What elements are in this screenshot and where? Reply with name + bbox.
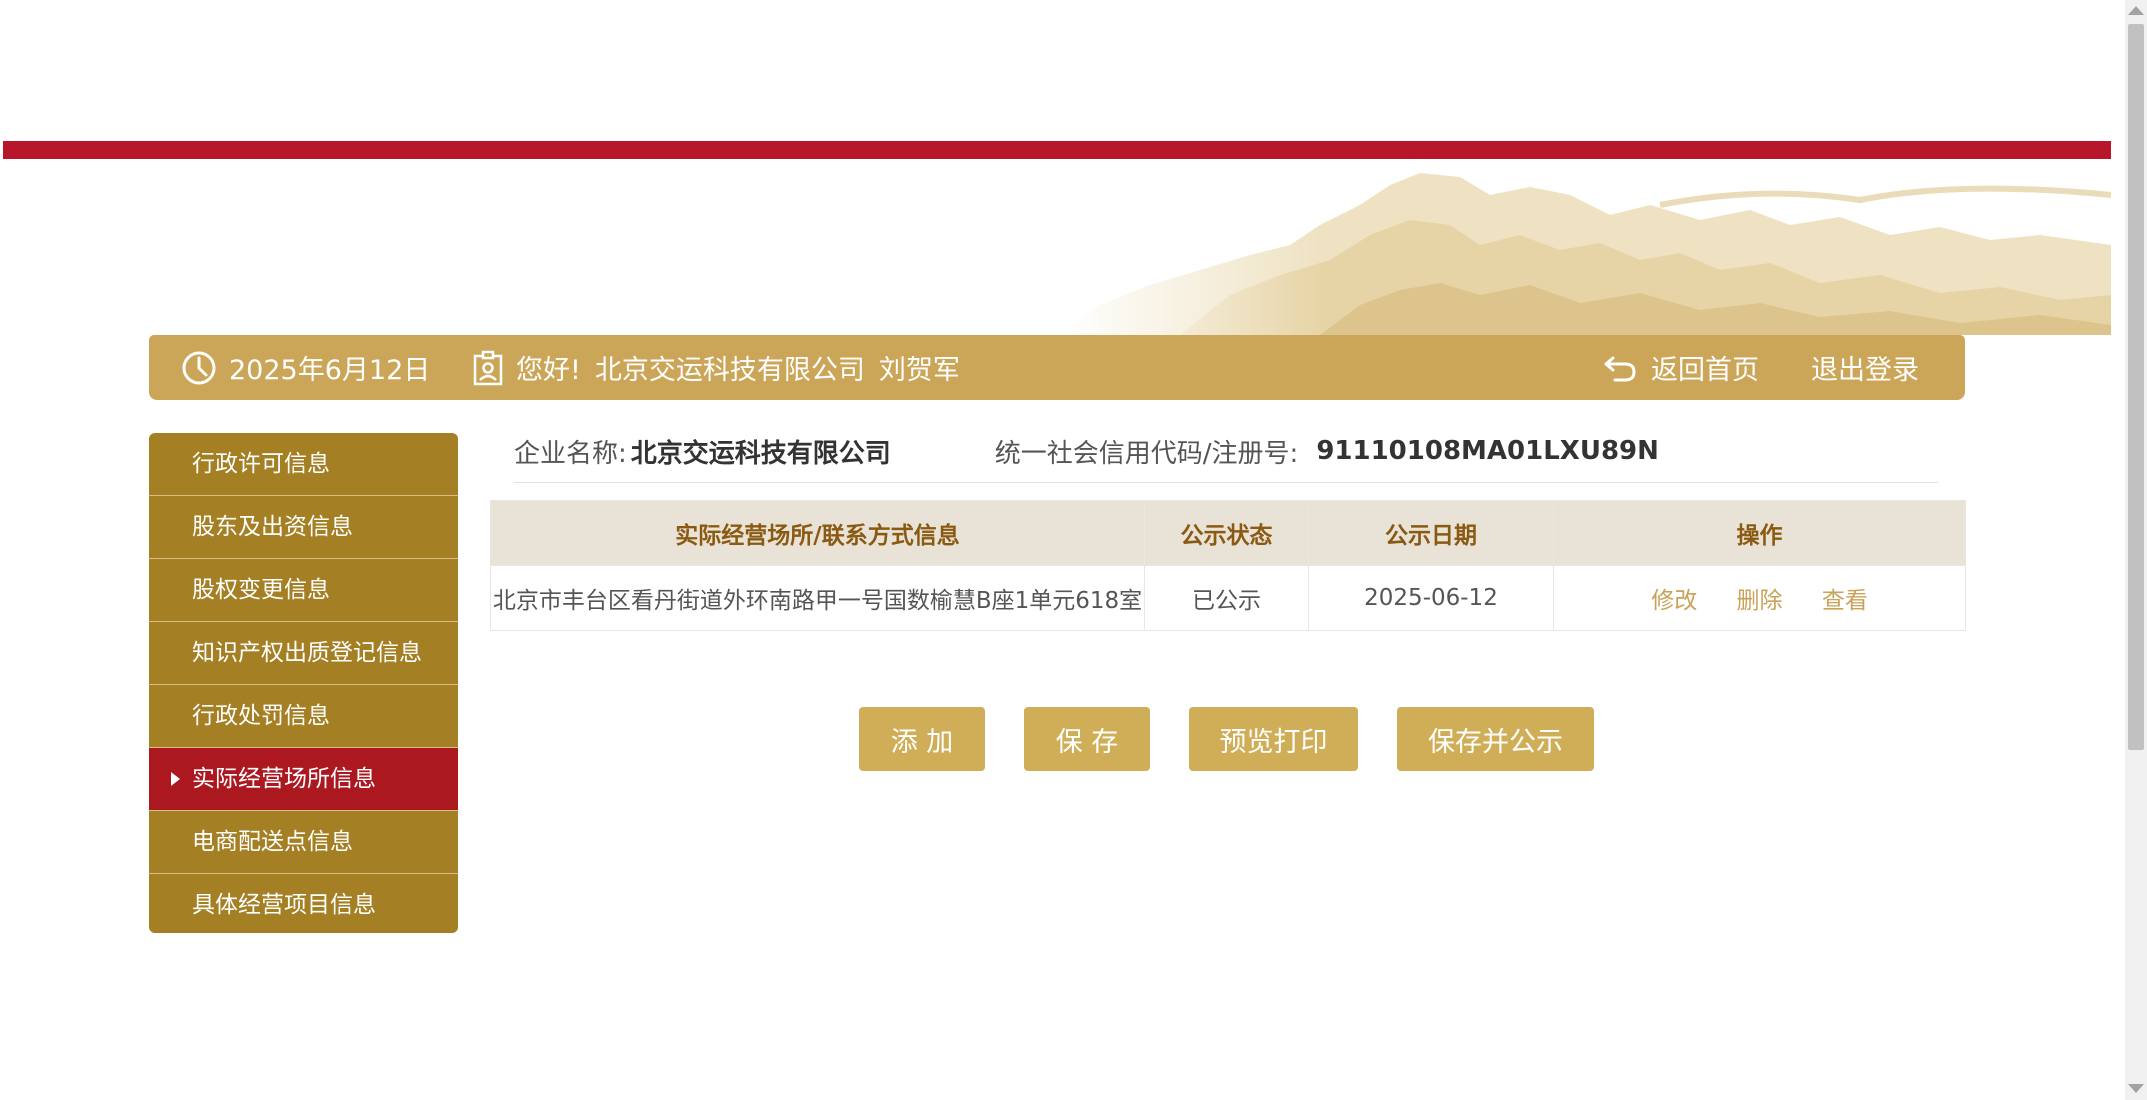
delete-link[interactable]: 删除 <box>1737 588 1783 614</box>
add-button[interactable]: 添 加 <box>859 707 985 771</box>
logout-label: 退出登录 <box>1811 355 1919 386</box>
date-text: 2025年6月12日 <box>229 355 431 386</box>
cell-date: 2025-06-12 <box>1308 565 1554 631</box>
scroll-up-icon[interactable] <box>2128 6 2144 15</box>
sidebar-item-label: 行政许可信息 <box>192 451 330 477</box>
logout-link[interactable]: 退出登录 <box>1811 335 1919 400</box>
sidebar-item-label: 知识产权出质登记信息 <box>192 640 422 666</box>
sidebar-item-ip-pledge[interactable]: 知识产权出质登记信息 <box>149 622 458 685</box>
save-publish-button[interactable]: 保存并公示 <box>1397 707 1594 771</box>
greeting: 您好! 北京交运科技有限公司 刘贺军 <box>472 335 960 400</box>
sidebar-item-ecommerce-delivery[interactable]: 电商配送点信息 <box>149 811 458 874</box>
cell-ops: 修改 删除 查看 <box>1553 565 1966 631</box>
sidebar-item-label: 行政处罚信息 <box>192 703 330 729</box>
scrollbar-thumb[interactable] <box>2128 24 2144 750</box>
greeting-text: 您好! <box>516 355 581 386</box>
table-header-row: 实际经营场所/联系方式信息 公示状态 公示日期 操作 <box>490 500 1966 566</box>
sidebar-item-equity-change[interactable]: 股权变更信息 <box>149 559 458 622</box>
date-display: 2025年6月12日 <box>181 335 430 400</box>
sidebar-item-business-premises[interactable]: 实际经营场所信息 <box>149 748 458 811</box>
sidebar-item-shareholders[interactable]: 股东及出资信息 <box>149 496 458 559</box>
home-link[interactable]: 返回首页 <box>1603 335 1759 400</box>
sidebar-nav: 行政许可信息 股东及出资信息 股权变更信息 知识产权出质登记信息 行政处罚信息 … <box>149 433 458 933</box>
sidebar-item-label: 电商配送点信息 <box>192 829 353 855</box>
column-header-date: 公示日期 <box>1308 500 1554 566</box>
company-info: 企业名称: 北京交运科技有限公司 统一社会信用代码/注册号: 91110108M… <box>514 420 1938 483</box>
column-header-status: 公示状态 <box>1144 500 1309 566</box>
top-red-bar <box>3 141 2111 159</box>
clock-icon <box>182 351 216 384</box>
home-label: 返回首页 <box>1651 355 1759 386</box>
header-bar: 2025年6月12日 您好! 北京交运科技有限公司 刘贺军 返回首页 退出登录 <box>149 335 1965 400</box>
table-row: 北京市丰台区看丹街道外环南路甲一号国数榆慧B座1单元618室 已公示 2025-… <box>490 565 1966 631</box>
mountain-banner-image <box>1060 165 2111 335</box>
edit-link[interactable]: 修改 <box>1651 588 1697 614</box>
sidebar-item-label: 实际经营场所信息 <box>192 766 376 792</box>
page: 2025年6月12日 您好! 北京交运科技有限公司 刘贺军 返回首页 退出登录 <box>0 0 2147 1100</box>
company-name-value: 北京交运科技有限公司 <box>630 438 891 469</box>
cell-status: 已公示 <box>1144 565 1309 631</box>
scroll-down-icon[interactable] <box>2128 1084 2144 1093</box>
user-name: 刘贺军 <box>878 355 960 386</box>
credit-code-value: 91110108MA01LXU89N <box>1316 436 1659 466</box>
save-button[interactable]: 保 存 <box>1024 707 1150 771</box>
sidebar-item-label: 股权变更信息 <box>192 577 330 603</box>
company-name-label: 企业名称: <box>514 438 627 469</box>
credit-code-label: 统一社会信用代码/注册号: <box>994 438 1299 469</box>
user-badge-icon <box>473 350 503 385</box>
cell-address: 北京市丰台区看丹街道外环南路甲一号国数榆慧B座1单元618室 <box>490 565 1145 631</box>
premises-table: 实际经营场所/联系方式信息 公示状态 公示日期 操作 北京市丰台区看丹街道外环南… <box>490 500 1966 631</box>
company-name-header: 北京交运科技有限公司 <box>594 355 865 386</box>
column-header-address: 实际经营场所/联系方式信息 <box>490 500 1145 566</box>
sidebar-item-label: 股东及出资信息 <box>192 514 353 540</box>
sidebar-item-label: 具体经营项目信息 <box>192 892 376 918</box>
active-arrow-icon <box>171 772 180 786</box>
view-link[interactable]: 查看 <box>1822 588 1868 614</box>
column-header-ops: 操作 <box>1553 500 1966 566</box>
return-arrow-icon <box>1604 356 1636 381</box>
sidebar-item-admin-penalty[interactable]: 行政处罚信息 <box>149 685 458 748</box>
preview-print-button[interactable]: 预览打印 <box>1189 707 1358 771</box>
sidebar-item-business-projects[interactable]: 具体经营项目信息 <box>149 874 458 933</box>
sidebar-item-admin-license[interactable]: 行政许可信息 <box>149 433 458 496</box>
